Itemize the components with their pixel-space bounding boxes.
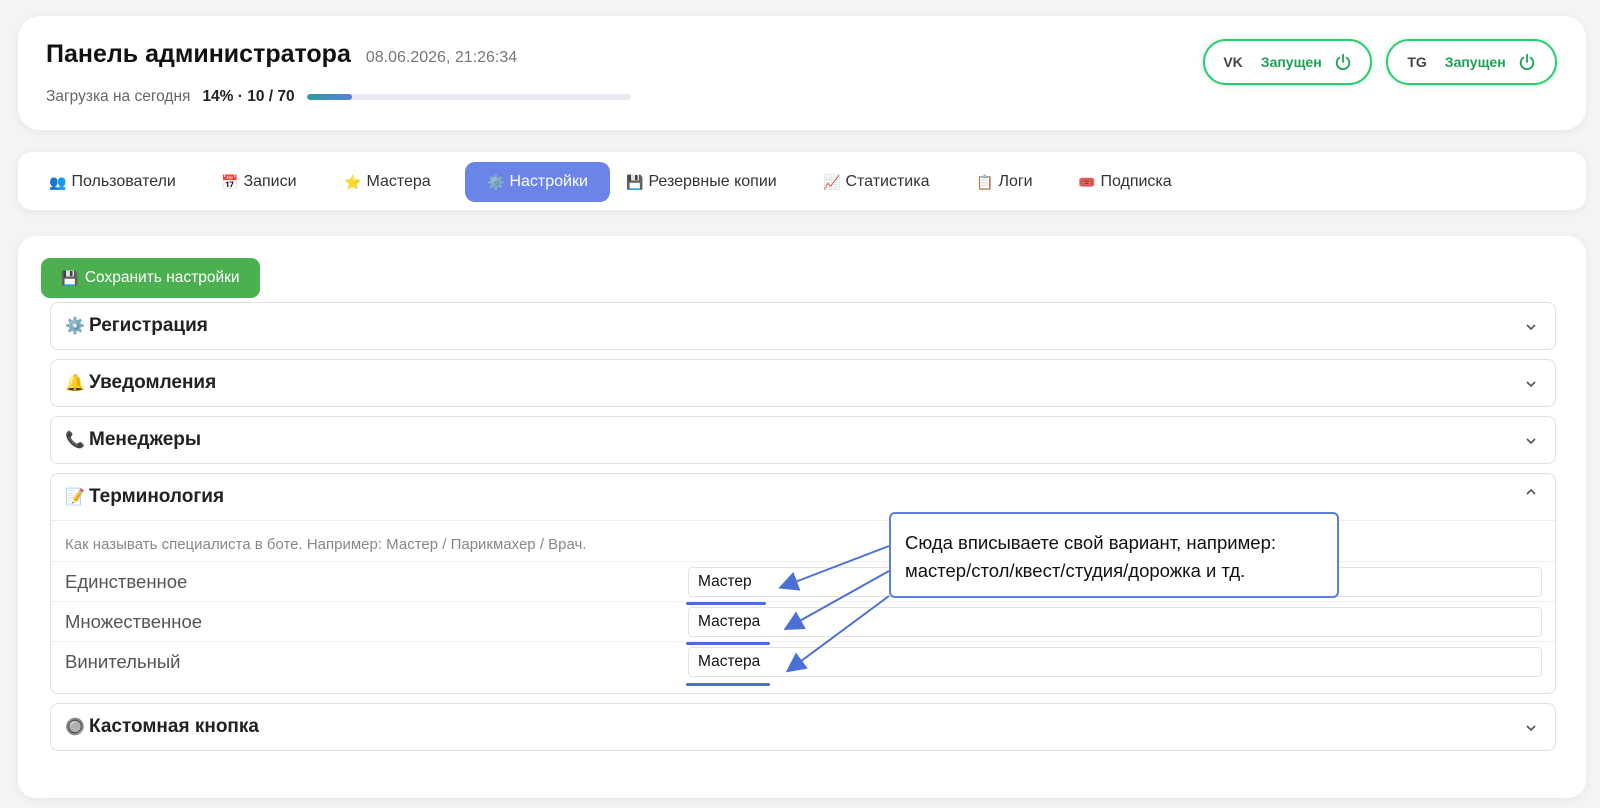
ticket-icon: 🎟️: [1078, 173, 1096, 190]
save-settings-button[interactable]: 💾 Сохранить настройки: [41, 258, 260, 298]
tab-label: Настройки: [509, 173, 588, 190]
phone-icon: 📞: [65, 432, 85, 449]
tab-backups[interactable]: 💾 Резервные копии: [616, 162, 787, 202]
section-title: Уведомления: [89, 372, 217, 393]
section-title: Кастомная кнопка: [89, 716, 259, 737]
annotation-underline: [686, 602, 766, 605]
tab-label: Резервные копии: [648, 173, 777, 190]
tg-state: Запущен: [1444, 54, 1506, 70]
chevron-down-icon: [1526, 324, 1536, 331]
chevron-up-icon: [1526, 488, 1536, 495]
section-registration-header[interactable]: ⚙️ Регистрация: [51, 303, 1555, 349]
annotation-callout: Сюда вписываете свой вариант, например: …: [889, 512, 1339, 598]
vk-status-button[interactable]: VK Запущен: [1203, 39, 1372, 85]
gear-icon: ⚙️: [65, 318, 85, 335]
tab-label: Мастера: [366, 173, 431, 190]
memo-icon: 📝: [65, 489, 85, 506]
callout-line-1: Сюда вписываете свой вариант, например:: [905, 532, 1277, 553]
annotation-underline: [686, 642, 770, 645]
section-title: Терминология: [89, 486, 225, 507]
bell-icon: 🔔: [65, 375, 85, 392]
power-icon: [1335, 53, 1350, 71]
users-icon: 👥: [49, 173, 67, 190]
tab-label: Подписка: [1100, 173, 1172, 190]
gear-icon: ⚙️: [487, 173, 505, 190]
annotation-underline: [686, 683, 770, 686]
vk-code: VK: [1223, 54, 1243, 70]
callout-line-2: мастер/стол/квест/студия/дорожка и тд.: [905, 560, 1246, 581]
vk-state: Запущен: [1260, 54, 1322, 70]
tab-statistics[interactable]: 📈 Статистика: [813, 162, 939, 202]
chevron-down-icon: [1526, 438, 1536, 445]
tab-settings[interactable]: ⚙️ Настройки: [465, 162, 610, 202]
tab-records[interactable]: 📅 Записи: [211, 162, 307, 202]
terminology-description: Как называть специалиста в боте. Наприме…: [65, 536, 587, 553]
floppy-icon: 💾: [61, 269, 79, 286]
power-icon: [1519, 53, 1534, 71]
star-icon: ⭐: [344, 173, 362, 190]
tab-users[interactable]: 👥 Пользователи: [39, 162, 186, 202]
calendar-icon: 📅: [221, 173, 239, 190]
tab-label: Записи: [243, 173, 297, 190]
chevron-down-icon: [1526, 381, 1536, 388]
section-custom-button: 🔘 Кастомная кнопка: [50, 703, 1556, 751]
load-progress-bar: [306, 94, 631, 100]
term-row-accusative: Винительный: [51, 641, 1555, 681]
plural-input[interactable]: [688, 606, 1542, 637]
save-button-label: Сохранить настройки: [84, 269, 240, 286]
tab-logs[interactable]: 📋 Логи: [966, 162, 1043, 202]
accusative-label: Винительный: [65, 650, 181, 672]
section-notifications: 🔔 Уведомления: [50, 359, 1556, 407]
chevron-down-icon: [1526, 725, 1536, 732]
singular-label: Единственное: [65, 570, 188, 592]
floppy-icon: 💾: [626, 173, 644, 190]
section-registration: ⚙️ Регистрация: [50, 302, 1556, 350]
accusative-input[interactable]: [688, 646, 1542, 677]
load-label: Загрузка на сегодня: [46, 88, 191, 105]
load-value: 14% · 10 / 70: [202, 88, 295, 105]
tab-label: Статистика: [845, 173, 930, 190]
header-card: Панель администратора 08.06.2026, 21:26:…: [18, 16, 1586, 130]
section-custom-button-header[interactable]: 🔘 Кастомная кнопка: [51, 704, 1555, 750]
tab-label: Логи: [998, 173, 1033, 190]
chart-icon: 📈: [823, 173, 841, 190]
tab-subscription[interactable]: 🎟️ Подписка: [1068, 162, 1182, 202]
settings-panel: 💾 Сохранить настройки ⚙️ Регистрация 🔔 У…: [18, 236, 1586, 798]
tg-status-button[interactable]: TG Запущен: [1386, 39, 1557, 85]
page-title: Панель администратора: [46, 40, 351, 68]
term-row-plural: Множественное: [51, 601, 1555, 641]
tab-bar: 👥 Пользователи 📅 Записи ⭐ Мастера ⚙️ Нас…: [18, 152, 1586, 210]
clipboard-icon: 📋: [976, 173, 994, 190]
load-progress-fill: [306, 94, 352, 100]
section-notifications-header[interactable]: 🔔 Уведомления: [51, 360, 1555, 406]
tab-masters[interactable]: ⭐ Мастера: [334, 162, 441, 202]
section-title: Регистрация: [89, 315, 208, 336]
tab-label: Пользователи: [71, 173, 176, 190]
datetime: 08.06.2026, 21:26:34: [365, 49, 518, 66]
tg-code: TG: [1407, 54, 1427, 70]
plural-label: Множественное: [65, 610, 203, 632]
section-managers: 📞 Менеджеры: [50, 416, 1556, 464]
radio-button-icon: 🔘: [65, 719, 85, 736]
section-managers-header[interactable]: 📞 Менеджеры: [51, 417, 1555, 463]
section-title: Менеджеры: [89, 429, 202, 450]
